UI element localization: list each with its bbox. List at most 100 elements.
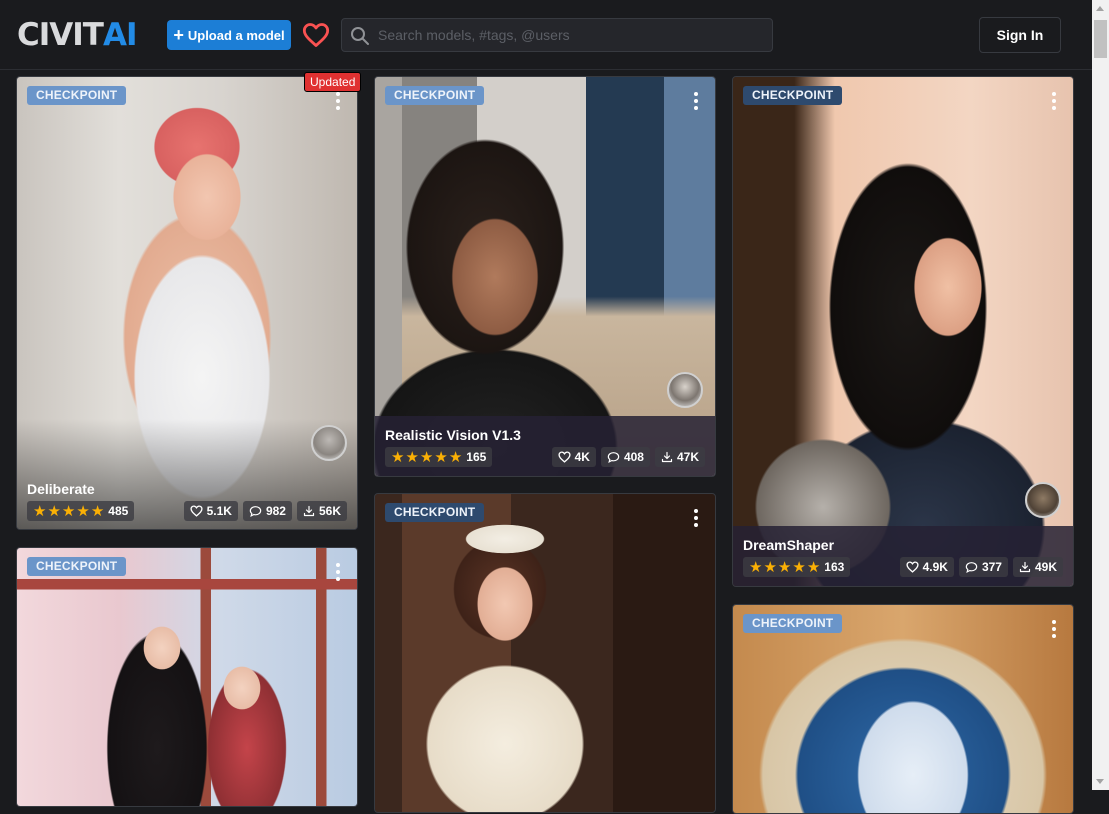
model-preview-image xyxy=(17,548,357,806)
creator-avatar[interactable] xyxy=(311,425,347,461)
download-icon xyxy=(303,505,315,517)
rating-pill: ★ ★ ★ ★ ★ 163 xyxy=(743,557,851,577)
creator-avatar[interactable] xyxy=(667,372,703,408)
downloads-count: 56K xyxy=(318,504,341,518)
download-icon xyxy=(661,451,673,463)
model-card[interactable]: CHECKPOINT xyxy=(374,493,716,813)
comments-count: 982 xyxy=(265,504,286,518)
model-type-badge: CHECKPOINT xyxy=(385,86,485,105)
star-rating: ★ ★ ★ ★ ★ xyxy=(33,504,104,519)
card-footer xyxy=(733,526,1073,586)
star-icon: ★ xyxy=(76,502,90,520)
comment-icon xyxy=(965,562,978,573)
model-stats: ★ ★ ★ ★ ★ 485 5.1K 982 56K xyxy=(27,501,347,521)
scroll-thumb[interactable] xyxy=(1094,20,1107,58)
likes-pill: 4K xyxy=(551,447,596,467)
star-icon: ★ xyxy=(33,502,47,520)
model-preview-image xyxy=(733,605,1073,813)
model-card-deliberate[interactable]: CHECKPOINT Deliberate ★ ★ ★ ★ ★ 485 5.1K 982… xyxy=(16,76,358,530)
upload-model-button[interactable]: + Upload a model xyxy=(167,20,291,50)
star-icon: ★ xyxy=(806,558,821,576)
model-stats: ★ ★ ★ ★ ★ 163 4.9K 377 49K xyxy=(743,557,1063,577)
logo-text-civit: CIVIT xyxy=(17,17,104,53)
more-dots-icon[interactable] xyxy=(1052,620,1056,638)
star-icon: ★ xyxy=(434,448,448,466)
scroll-down-arrow[interactable] xyxy=(1096,779,1104,784)
search-input[interactable] xyxy=(378,19,768,51)
more-dots-icon[interactable] xyxy=(336,92,340,110)
model-card[interactable]: CHECKPOINT xyxy=(16,547,358,807)
rating-count: 485 xyxy=(108,504,129,518)
star-icon: ★ xyxy=(792,558,806,576)
star-icon: ★ xyxy=(749,558,763,576)
rating-count: 165 xyxy=(466,450,487,464)
star-icon: ★ xyxy=(448,448,463,466)
model-type-badge: CHECKPOINT xyxy=(385,503,485,522)
logo-text-ai: AI xyxy=(102,17,138,53)
comments-count: 377 xyxy=(981,560,1002,574)
creator-avatar[interactable] xyxy=(1025,482,1061,518)
search-icon xyxy=(351,27,369,45)
comments-pill: 408 xyxy=(600,447,650,467)
likes-pill: 4.9K xyxy=(899,557,954,577)
rating-pill: ★ ★ ★ ★ ★ 485 xyxy=(27,501,135,521)
downloads-pill: 47K xyxy=(654,447,705,467)
comments-pill: 377 xyxy=(958,557,1008,577)
model-type-badge: CHECKPOINT xyxy=(743,86,843,105)
updated-badge: Updated xyxy=(304,72,362,92)
star-icon: ★ xyxy=(391,448,405,466)
page-scrollbar[interactable] xyxy=(1092,0,1109,790)
star-icon: ★ xyxy=(47,502,61,520)
star-icon: ★ xyxy=(419,448,434,466)
upload-model-label: Upload a model xyxy=(187,27,285,43)
model-card-realistic-vision[interactable]: CHECKPOINT Realistic Vision V1.3 ★ ★ ★ ★ ★ 1… xyxy=(374,76,716,477)
comment-icon xyxy=(249,506,262,517)
model-card-dreamshaper[interactable]: CHECKPOINT DreamShaper ★ ★ ★ ★ ★ 163 4.9K 37… xyxy=(732,76,1074,587)
model-type-badge: CHECKPOINT xyxy=(27,86,127,105)
support-heart-button[interactable] xyxy=(301,20,331,50)
comments-pill: 982 xyxy=(242,501,292,521)
more-dots-icon[interactable] xyxy=(1052,92,1056,110)
rating-count: 163 xyxy=(824,560,845,574)
star-icon: ★ xyxy=(90,502,105,520)
star-icon: ★ xyxy=(763,558,777,576)
model-title[interactable]: Deliberate xyxy=(27,481,95,497)
downloads-count: 47K xyxy=(676,450,699,464)
downloads-pill: 56K xyxy=(296,501,347,521)
likes-count: 4K xyxy=(574,450,590,464)
more-dots-icon[interactable] xyxy=(694,92,698,110)
model-type-badge: CHECKPOINT xyxy=(27,557,127,576)
model-title[interactable]: DreamShaper xyxy=(743,537,834,553)
likes-pill: 5.1K xyxy=(183,501,238,521)
more-dots-icon[interactable] xyxy=(694,509,698,527)
heart-icon xyxy=(905,561,919,573)
downloads-pill: 49K xyxy=(1012,557,1063,577)
likes-count: 4.9K xyxy=(922,560,948,574)
model-type-badge: CHECKPOINT xyxy=(743,614,843,633)
downloads-count: 49K xyxy=(1034,560,1057,574)
civitai-logo[interactable]: CIVIT AI xyxy=(17,17,138,53)
more-dots-icon[interactable] xyxy=(336,563,340,581)
card-footer xyxy=(375,416,715,476)
model-card[interactable]: CHECKPOINT xyxy=(732,604,1074,814)
download-icon xyxy=(1019,561,1031,573)
header: CIVITAI + Upload a model Sign In xyxy=(0,0,1092,70)
sign-in-button[interactable]: Sign In xyxy=(979,17,1061,53)
comments-count: 408 xyxy=(623,450,644,464)
scroll-up-arrow[interactable] xyxy=(1096,6,1104,11)
model-preview-image xyxy=(375,494,715,812)
star-rating: ★ ★ ★ ★ ★ xyxy=(391,450,462,465)
heart-icon xyxy=(189,505,203,517)
plus-icon: + xyxy=(173,25,184,45)
star-icon: ★ xyxy=(405,448,419,466)
likes-count: 5.1K xyxy=(206,504,232,518)
heart-icon xyxy=(302,23,330,47)
star-rating: ★ ★ ★ ★ ★ xyxy=(749,560,820,575)
heart-icon xyxy=(558,451,571,463)
rating-pill: ★ ★ ★ ★ ★ 165 xyxy=(385,447,493,467)
model-stats: ★ ★ ★ ★ ★ 165 4K 408 47K xyxy=(385,447,705,467)
model-title[interactable]: Realistic Vision V1.3 xyxy=(385,427,521,443)
search-box[interactable] xyxy=(341,18,773,52)
comment-icon xyxy=(607,452,620,463)
model-preview-image xyxy=(733,77,1073,586)
